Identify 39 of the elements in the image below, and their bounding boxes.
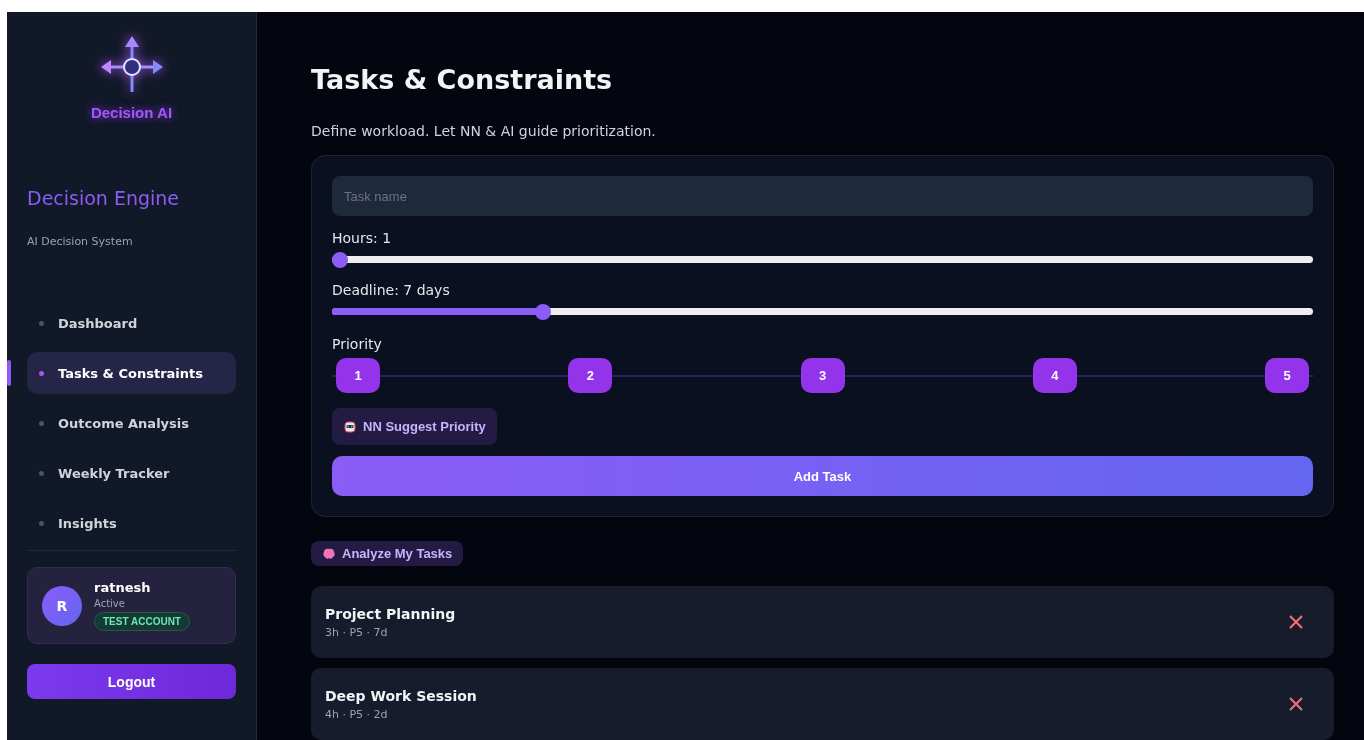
nav-item[interactable]: Dashboard [27,302,236,344]
logo-text: Decision AI [90,104,173,121]
slider-label: Deadline: 7 days [332,282,450,298]
slider-thumb[interactable] [332,252,348,268]
page-title: Tasks & Constraints [311,64,613,95]
analyze-tasks-button[interactable]: Analyze My Tasks [311,541,464,566]
logout-button[interactable]: Logout [27,664,236,699]
task-meta: 4h · P5 · 2d [325,707,389,721]
account-badge: TEST ACCOUNT [94,612,190,631]
nav-item[interactable]: Tasks & Constraints [27,352,236,394]
task-name: Project Planning [325,605,456,622]
task-meta: 3h · P5 · 7d [325,625,389,639]
priority-option[interactable]: 1 [336,358,380,393]
slider-track[interactable] [332,252,1313,268]
nav-item[interactable]: Insights [27,502,236,544]
slider-thumb[interactable] [534,304,551,320]
priority-option[interactable]: 5 [1265,358,1309,393]
robot-icon [343,419,357,434]
priority-option[interactable]: 3 [800,358,845,393]
user-name: ratnesh [94,580,151,595]
slider-label: Hours: 1 [332,230,392,246]
add-task-button[interactable]: Add Task [332,456,1313,496]
user-status: Active [94,598,125,609]
priority-option[interactable]: 2 [568,358,613,393]
delete-icon[interactable] [1288,614,1304,630]
nav-item[interactable]: Outcome Analysis [27,402,236,444]
brain-icon [322,546,336,561]
avatar: R [42,585,82,626]
priority-label: Priority [332,336,382,352]
suggest-priority-button[interactable]: NN Suggest Priority [332,408,497,445]
task-name-field[interactable]: Task name [332,176,1313,216]
priority-option[interactable]: 4 [1032,358,1077,393]
slider-track[interactable] [332,304,1313,320]
app-title: Decision Engine [27,187,181,209]
task-name: Deep Work Session [325,687,477,704]
page-subtitle: Define workload. Let NN & AI guide prioritization. [311,123,656,139]
app-subtitle: AI Decision System [27,235,134,248]
delete-icon[interactable] [1288,696,1304,712]
nav-item[interactable]: Weekly Tracker [27,452,236,494]
